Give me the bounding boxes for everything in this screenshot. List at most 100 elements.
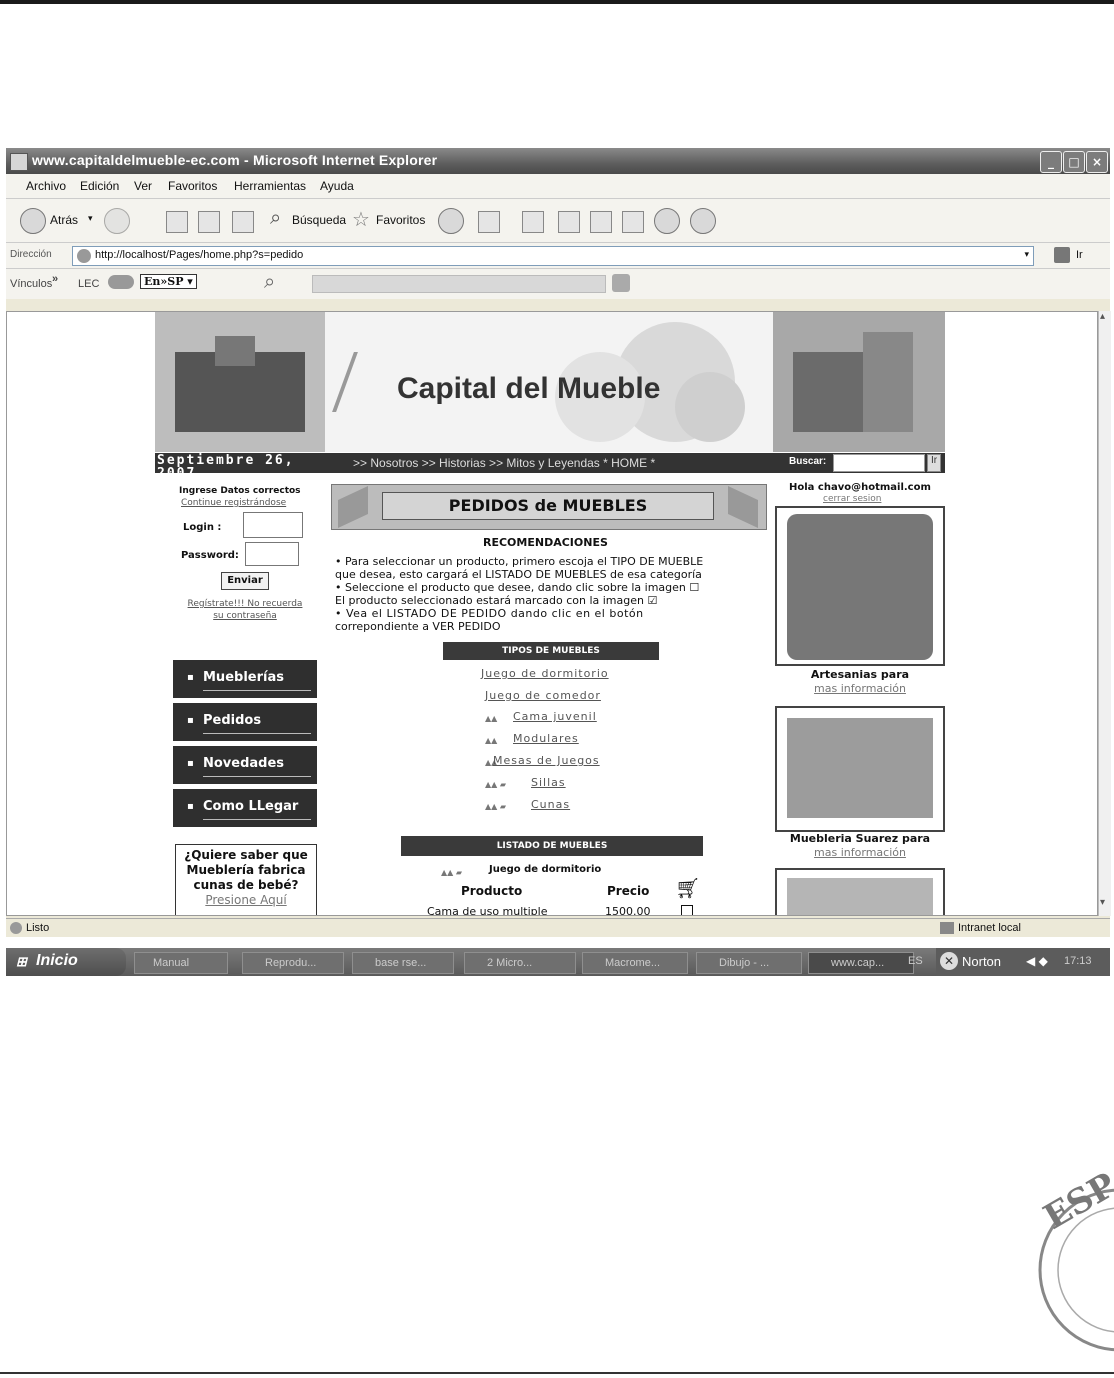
type-cama-juvenil[interactable]: Cama juvenil [513, 710, 597, 723]
menu-ayuda[interactable]: Ayuda [320, 179, 354, 193]
clock: 17:13 [1064, 955, 1092, 967]
rec-3a: • Vea el LISTADO DE PEDIDO dando clic en… [335, 607, 644, 620]
select-checkbox[interactable] [681, 905, 693, 915]
close-button[interactable]: × [1086, 151, 1108, 173]
menu-herramientas[interactable]: Herramientas [234, 179, 306, 193]
translate-dropdown[interactable]: En»SP ▾ [140, 274, 197, 289]
start-button[interactable]: ⊞ Inicio [6, 948, 126, 976]
side-menu-pedidos[interactable]: ▪ Pedidos [173, 703, 317, 741]
users-icon[interactable] [690, 208, 716, 234]
stop-icon[interactable] [166, 211, 188, 233]
tray-icons[interactable]: ◀ ◆ [1026, 954, 1048, 968]
norton-icon[interactable]: ✕ [940, 952, 958, 970]
side-menu-novedades[interactable]: ▪ Novedades [173, 746, 317, 784]
promo-link[interactable]: Presione Aquí [176, 893, 316, 908]
ad-2-link[interactable]: mas información [775, 846, 945, 859]
discuss-icon[interactable] [590, 211, 612, 233]
history-icon[interactable] [438, 208, 464, 234]
login-input[interactable] [243, 512, 303, 538]
third-ad[interactable] [775, 868, 945, 915]
task-dibujo[interactable]: Dibujo - ... [696, 952, 802, 974]
go-button[interactable]: Ir [1076, 249, 1083, 261]
menu-archivo[interactable]: Archivo [26, 179, 66, 193]
research-icon[interactable] [622, 211, 644, 233]
favorites-star-icon[interactable]: ☆ [352, 207, 370, 232]
type-cunas[interactable]: Cunas [531, 798, 570, 811]
scroll-up-icon[interactable]: ▴ [1100, 311, 1105, 322]
task-macromedia[interactable]: Macrome... [582, 952, 688, 974]
task-manual[interactable]: Manual [134, 952, 228, 974]
links-label: Vínculos [10, 278, 53, 290]
side-menu-label: Novedades [203, 756, 285, 771]
menu-ver[interactable]: Ver [134, 179, 152, 193]
continue-register-link[interactable]: Continue registrándose [181, 498, 286, 508]
print-icon[interactable] [522, 211, 544, 233]
back-button[interactable]: Atrás [50, 213, 78, 227]
messenger-icon[interactable] [654, 208, 680, 234]
orders-header: PEDIDOS de MUEBLES [331, 484, 767, 530]
col-price-header: Precio [607, 884, 650, 898]
task-browser[interactable]: www.cap... [808, 952, 914, 974]
suarez-ad[interactable] [775, 706, 945, 832]
go-arrow-icon[interactable] [1054, 247, 1070, 263]
vertical-scrollbar[interactable]: ▴ ▾ [1098, 311, 1111, 916]
scroll-down-icon[interactable]: ▾ [1100, 897, 1105, 908]
menu-favoritos[interactable]: Favoritos [168, 179, 217, 193]
back-dropdown-icon[interactable]: ▾ [88, 213, 93, 224]
back-icon[interactable] [20, 208, 46, 234]
links-bar: Vínculos » LEC En»SP ▾ ⌕ [6, 268, 1110, 299]
minimize-button[interactable]: _ [1040, 151, 1062, 173]
search-button[interactable]: Búsqueda [292, 213, 346, 227]
menu-edicion[interactable]: Edición [80, 179, 119, 193]
menu-underline [203, 776, 311, 777]
type-sillas[interactable]: Sillas [531, 776, 566, 789]
address-dropdown-icon[interactable]: ▾ [1024, 249, 1029, 260]
site-search-button[interactable]: Ir [927, 454, 941, 472]
status-page-icon [10, 922, 22, 934]
toolbar-search-input[interactable] [312, 275, 606, 293]
side-menu-label: Mueblerías [203, 670, 284, 685]
bullet-icon: ▪ [187, 758, 194, 769]
recommendations-heading: RECOMENDACIONES [483, 536, 608, 549]
register-link[interactable]: Regístrate!!! No recuerda su contraseña [187, 598, 303, 622]
arrow-icon: ▲▲ ▰ [441, 868, 462, 877]
toolbar: Atrás ▾ ⌕ Búsqueda ☆ Favoritos [6, 198, 1110, 243]
brand-logo-icon [332, 352, 398, 412]
artisan-ad[interactable] [775, 506, 945, 666]
toolbar-search-go-icon[interactable] [612, 274, 630, 292]
search-icon[interactable]: ⌕ [270, 207, 281, 230]
edit-icon[interactable] [558, 211, 580, 233]
norton-label[interactable]: Norton [962, 954, 1001, 969]
type-modulares[interactable]: Modulares [513, 732, 579, 745]
forward-icon[interactable] [104, 208, 130, 234]
lec-icon[interactable] [108, 275, 134, 289]
address-input[interactable]: http://localhost/Pages/home.php?s=pedido… [72, 246, 1034, 266]
side-menu-mueblerias[interactable]: ▪ Mueblerías [173, 660, 317, 698]
site-search-input[interactable] [833, 454, 925, 472]
home-icon[interactable] [232, 211, 254, 233]
bullet-icon: ▪ [187, 672, 194, 683]
cart-icon[interactable]: 🛒︎ [675, 878, 700, 898]
mail-icon[interactable] [478, 211, 500, 233]
site-nav-links[interactable]: >> Nosotros >> Historias >> Mitos y Leye… [353, 456, 655, 470]
search-icon-small[interactable]: ⌕ [264, 271, 275, 294]
send-button[interactable]: Enviar [221, 572, 269, 590]
task-word[interactable]: 2 Micro... [464, 952, 576, 974]
password-input[interactable] [245, 542, 299, 566]
ie-icon [10, 153, 28, 171]
logout-link[interactable]: cerrar sesion [823, 494, 881, 504]
links-chevron[interactable]: » [52, 273, 58, 285]
refresh-icon[interactable] [198, 211, 220, 233]
type-juego-dormitorio[interactable]: Juego de dormitorio [481, 667, 609, 680]
task-reproductor[interactable]: Reprodu... [242, 952, 344, 974]
language-indicator[interactable]: ES [908, 955, 923, 967]
ad-1-link[interactable]: mas información [775, 682, 945, 695]
type-juego-comedor[interactable]: Juego de comedor [485, 689, 601, 702]
favorites-button[interactable]: Favoritos [376, 213, 425, 227]
type-mesas-juegos[interactable]: Mesas de Juegos [493, 754, 600, 767]
maximize-button[interactable]: □ [1063, 151, 1085, 173]
task-base-rse[interactable]: base rse... [352, 952, 454, 974]
side-menu-como-llegar[interactable]: ▪ Como LLegar [173, 789, 317, 827]
login-heading: Ingrese Datos correctos [179, 486, 301, 496]
taskbar: ⊞ Inicio Manual Reprodu... base rse... 2… [6, 948, 1110, 976]
